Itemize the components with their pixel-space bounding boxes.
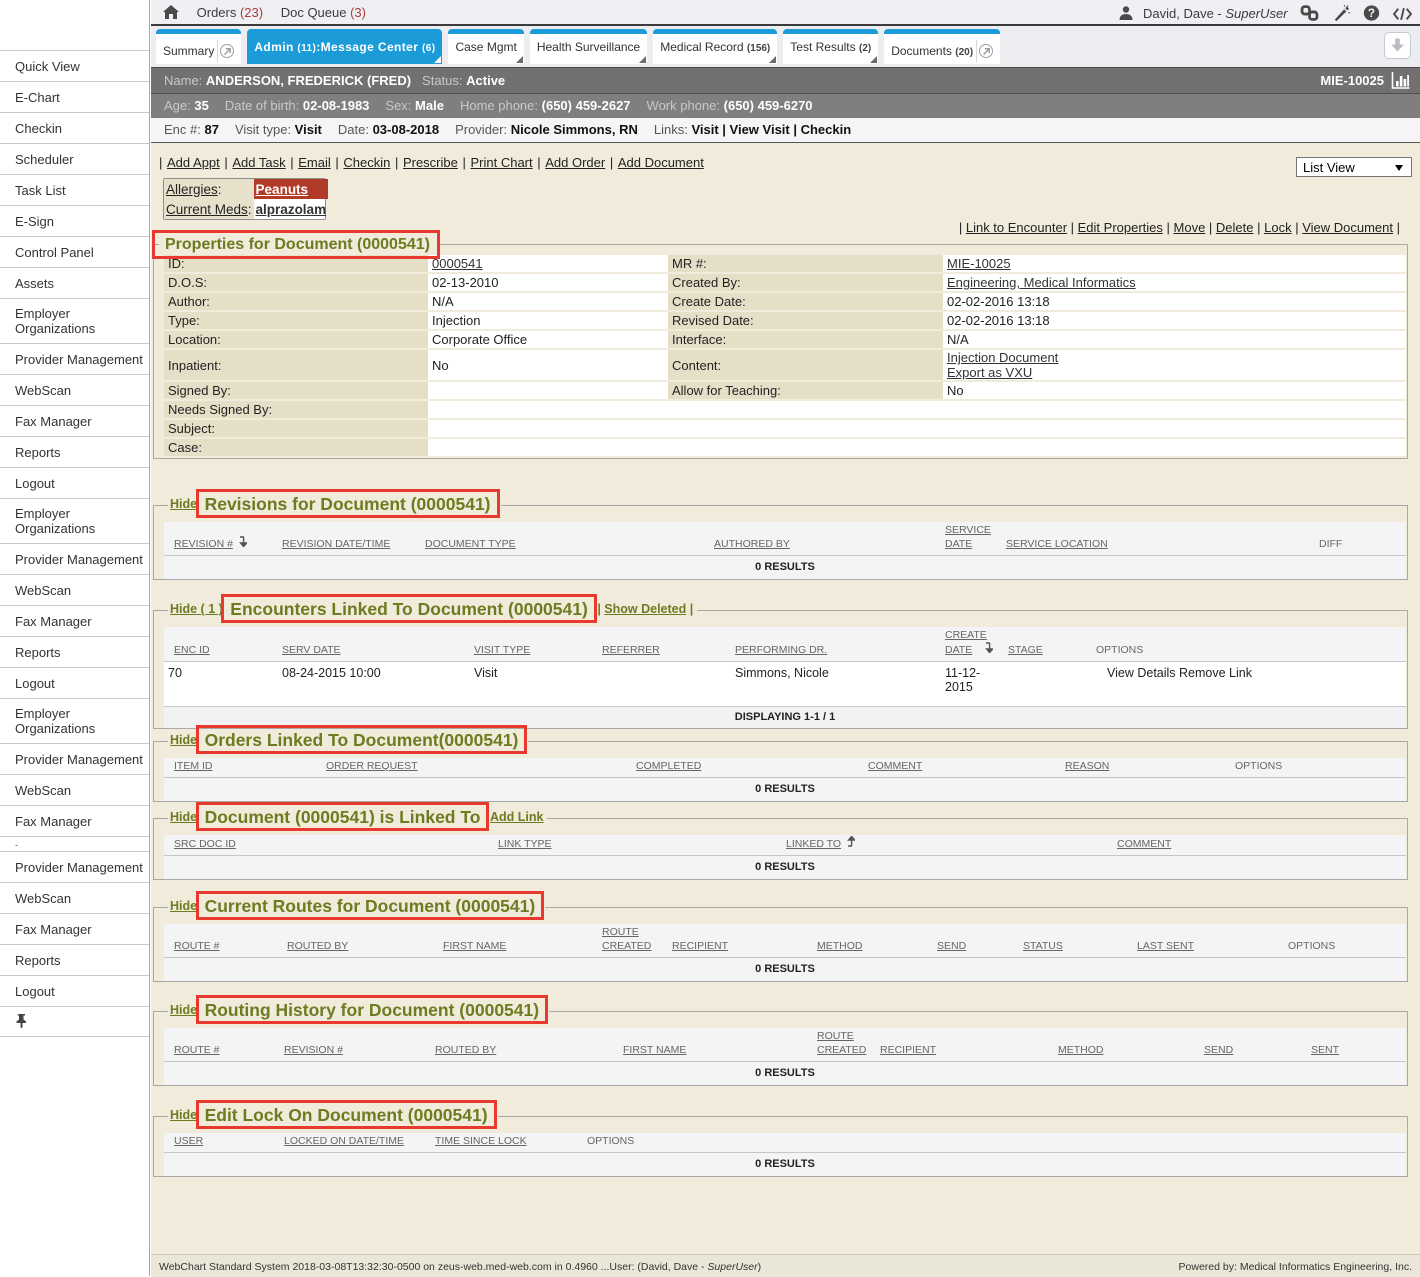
svg-text:?: ?: [1368, 7, 1375, 20]
